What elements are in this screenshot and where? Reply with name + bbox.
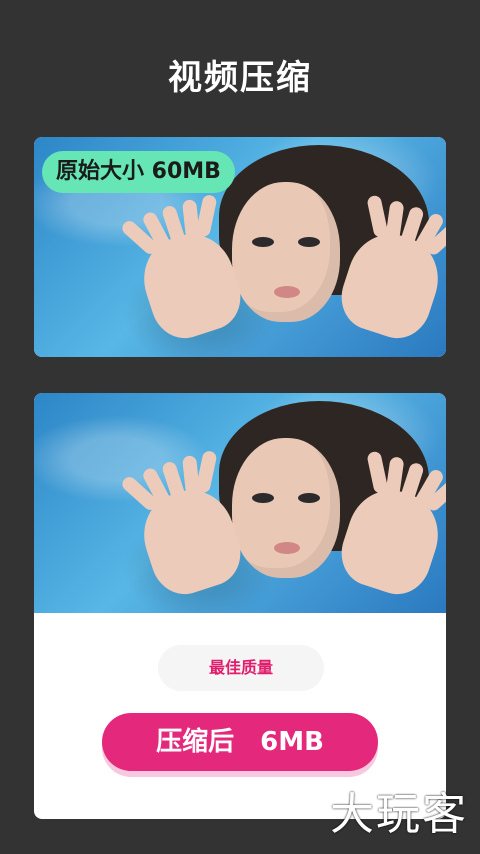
compressed-size-button[interactable]: 压缩后 6MB bbox=[102, 713, 378, 771]
quality-button[interactable]: 最佳质量 bbox=[158, 645, 324, 691]
face-shape bbox=[232, 438, 340, 578]
compressed-size: 6MB bbox=[260, 727, 324, 757]
mouth bbox=[274, 542, 300, 554]
page-title: 视频压缩 bbox=[168, 58, 312, 98]
original-size-badge: 原始大小 60MB bbox=[42, 151, 235, 193]
left-eye bbox=[252, 237, 274, 247]
finger bbox=[195, 449, 218, 494]
finger bbox=[195, 193, 218, 238]
face-shape bbox=[232, 182, 340, 322]
compressed-prefix: 压缩后 bbox=[156, 727, 235, 757]
right-eye bbox=[298, 237, 320, 247]
right-eye bbox=[298, 493, 320, 503]
compressed-video-thumbnail bbox=[34, 393, 446, 613]
compressed-video-card: 最佳质量 压缩后 6MB bbox=[34, 393, 446, 819]
left-eye bbox=[252, 493, 274, 503]
mouth bbox=[274, 286, 300, 298]
original-video-card: 原始大小 60MB bbox=[34, 137, 446, 357]
watermark-logo: 大玩客 bbox=[330, 789, 468, 840]
